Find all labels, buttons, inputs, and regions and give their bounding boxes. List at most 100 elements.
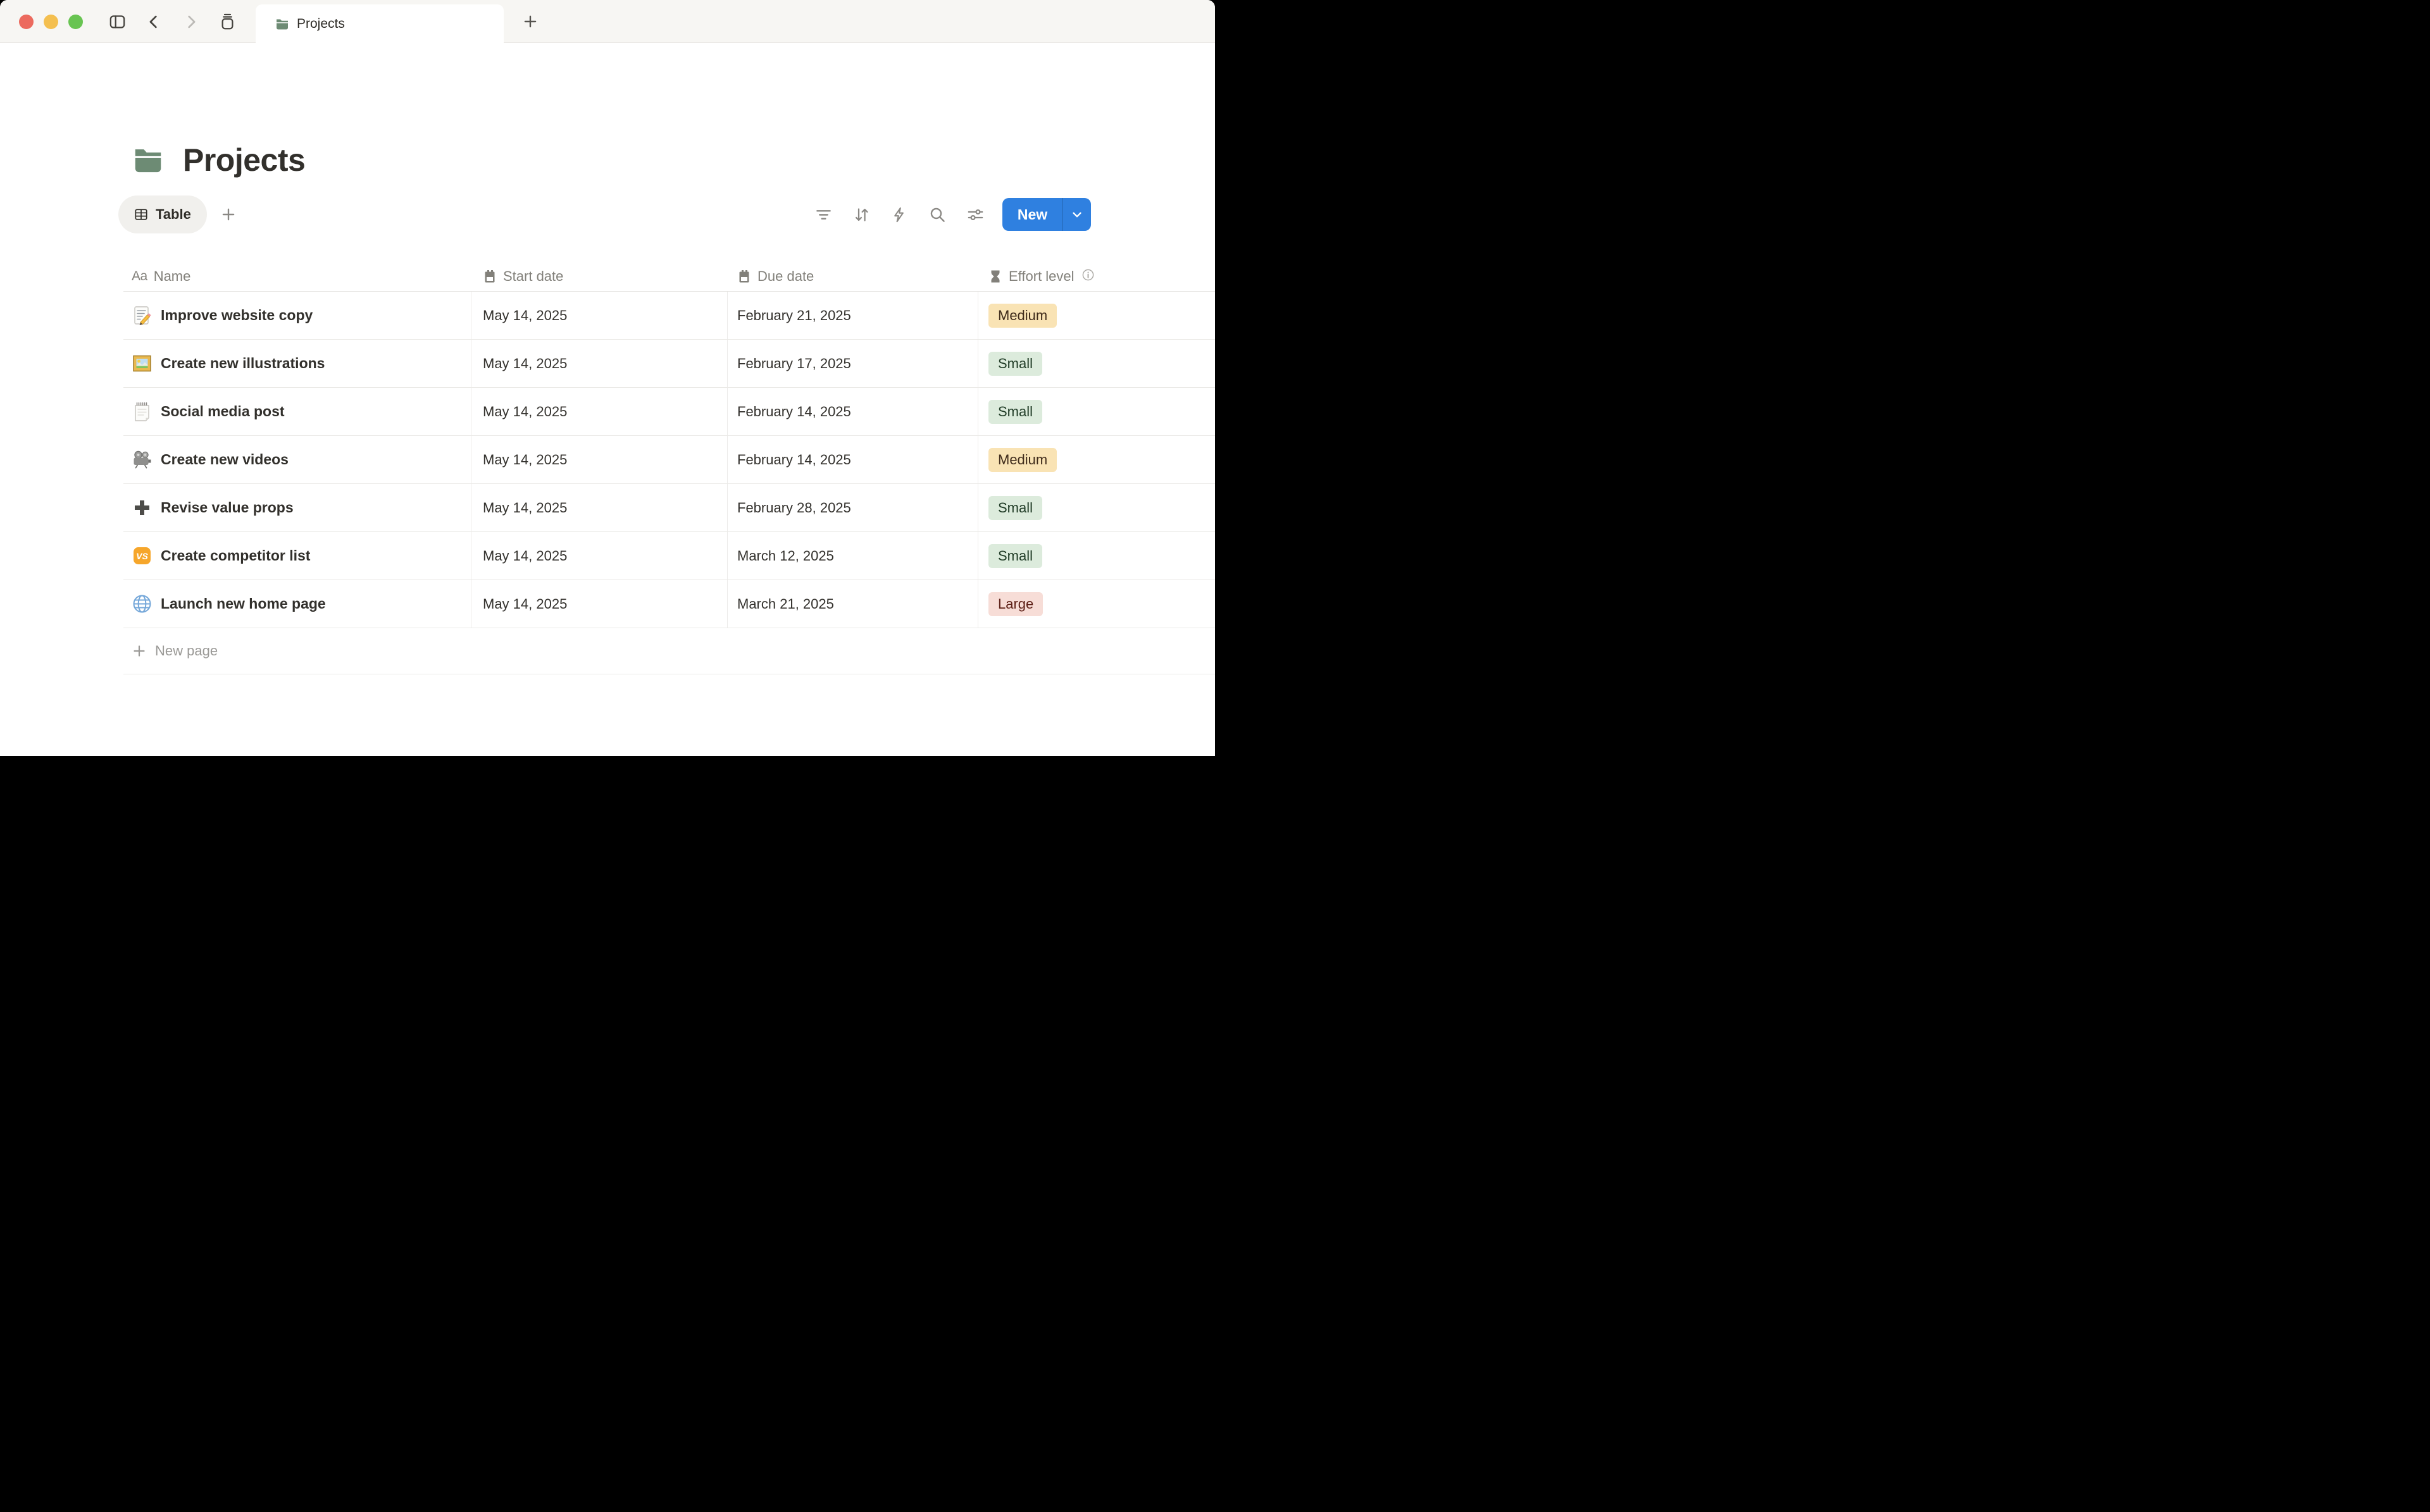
name-cell[interactable]: Revise value props	[123, 484, 471, 531]
start-date-cell[interactable]: May 14, 2025	[471, 436, 728, 483]
name-cell[interactable]: Social media post	[123, 388, 471, 435]
sort-button[interactable]	[852, 205, 871, 224]
name-cell[interactable]: Launch new home page	[123, 580, 471, 628]
row-title: Create new videos	[161, 451, 289, 468]
view-tab-label: Table	[156, 206, 191, 223]
new-page-label: New page	[155, 643, 218, 659]
table-row[interactable]: Improve website copy May 14, 2025 Februa…	[123, 292, 1215, 340]
start-date-value: May 14, 2025	[483, 307, 567, 324]
row-title: Social media post	[161, 403, 285, 420]
memo-icon	[132, 305, 153, 326]
new-tab-button[interactable]	[516, 0, 544, 43]
framed-picture-icon	[132, 353, 153, 374]
row-title: Launch new home page	[161, 595, 326, 612]
calendar-icon	[737, 270, 751, 283]
due-date-cell[interactable]: March 21, 2025	[728, 580, 978, 628]
svg-text:VS: VS	[136, 551, 148, 561]
table-row[interactable]: VSCreate competitor list May 14, 2025 Ma…	[123, 532, 1215, 580]
row-title: Improve website copy	[161, 307, 313, 324]
plus-icon	[522, 13, 539, 30]
text-aa-icon: Aa	[132, 269, 147, 284]
effort-badge: Medium	[988, 304, 1057, 328]
automation-button[interactable]	[890, 205, 909, 224]
table-row[interactable]: Revise value props May 14, 2025 February…	[123, 484, 1215, 532]
plus-icon	[132, 643, 147, 659]
name-cell[interactable]: Create new videos	[123, 436, 471, 483]
start-date-cell[interactable]: May 14, 2025	[471, 292, 728, 339]
table-row[interactable]: Social media post May 14, 2025 February …	[123, 388, 1215, 436]
tab-projects[interactable]: Projects	[256, 4, 504, 44]
back-chevron-icon	[146, 13, 163, 30]
column-header-effort-level[interactable]: Effort level	[978, 262, 1215, 291]
info-icon[interactable]	[1081, 268, 1095, 285]
settings-sliders-icon	[967, 206, 984, 223]
due-date-cell[interactable]: February 21, 2025	[728, 292, 978, 339]
effort-level-cell[interactable]: Medium	[978, 292, 1215, 339]
new-row-button[interactable]: New	[1002, 198, 1091, 231]
search-button[interactable]	[928, 205, 947, 224]
due-date-cell[interactable]: February 14, 2025	[728, 436, 978, 483]
name-cell[interactable]: Create new illustrations	[123, 340, 471, 387]
back-chevron-button[interactable]	[144, 12, 163, 31]
column-header-due-date[interactable]: Due date	[728, 262, 978, 291]
due-date-cell[interactable]: March 12, 2025	[728, 532, 978, 579]
page-title[interactable]: Projects	[183, 142, 305, 178]
view-bar: Table New	[118, 195, 1091, 234]
effort-badge: Small	[988, 496, 1042, 520]
start-date-cell[interactable]: May 14, 2025	[471, 340, 728, 387]
table-row[interactable]: Create new illustrations May 14, 2025 Fe…	[123, 340, 1215, 388]
filter-button[interactable]	[814, 205, 833, 224]
effort-level-cell[interactable]: Small	[978, 484, 1215, 531]
new-page-button[interactable]: New page	[123, 628, 1215, 674]
sidebar-toggle-button[interactable]	[108, 12, 127, 31]
column-header-start-date[interactable]: Start date	[471, 262, 728, 291]
start-date-cell[interactable]: May 14, 2025	[471, 484, 728, 531]
table-row[interactable]: Launch new home page May 14, 2025 March …	[123, 580, 1215, 628]
table-row[interactable]: Create new videos May 14, 2025 February …	[123, 436, 1215, 484]
start-date-value: May 14, 2025	[483, 500, 567, 516]
minimize-button[interactable]	[44, 15, 58, 29]
search-icon	[929, 206, 946, 223]
folder-icon	[275, 16, 290, 32]
view-actions	[814, 205, 985, 224]
zoom-button[interactable]	[68, 15, 83, 29]
tab-inbox-button[interactable]	[218, 12, 237, 31]
due-date-value: March 12, 2025	[737, 548, 834, 564]
due-date-cell[interactable]: February 28, 2025	[728, 484, 978, 531]
effort-badge: Small	[988, 352, 1042, 376]
forward-chevron-icon	[182, 13, 199, 30]
new-button-label: New	[1002, 206, 1062, 223]
due-date-value: February 28, 2025	[737, 500, 851, 516]
effort-level-cell[interactable]: Small	[978, 340, 1215, 387]
due-date-cell[interactable]: February 17, 2025	[728, 340, 978, 387]
add-view-button[interactable]	[218, 204, 239, 225]
row-title: Create new illustrations	[161, 355, 325, 372]
start-date-value: May 14, 2025	[483, 548, 567, 564]
effort-level-cell[interactable]: Small	[978, 532, 1215, 579]
plus-icon	[220, 206, 237, 223]
column-label: Name	[154, 268, 191, 285]
settings-sliders-button[interactable]	[966, 205, 985, 224]
effort-level-cell[interactable]: Large	[978, 580, 1215, 628]
start-date-cell[interactable]: May 14, 2025	[471, 388, 728, 435]
column-header-name[interactable]: Aa Name	[123, 262, 471, 291]
automation-icon	[891, 206, 908, 223]
due-date-cell[interactable]: February 14, 2025	[728, 388, 978, 435]
view-tab-table[interactable]: Table	[118, 195, 207, 233]
chevron-down-icon[interactable]	[1063, 208, 1091, 221]
effort-level-cell[interactable]: Medium	[978, 436, 1215, 483]
projects-table: Aa Name Start dateDue dateEffort level Imp…	[123, 262, 1215, 674]
name-cell[interactable]: VSCreate competitor list	[123, 532, 471, 579]
page-header: Projects	[131, 43, 1215, 178]
forward-chevron-button	[181, 12, 200, 31]
name-cell[interactable]: Improve website copy	[123, 292, 471, 339]
due-date-value: February 17, 2025	[737, 356, 851, 372]
start-date-cell[interactable]: May 14, 2025	[471, 580, 728, 628]
start-date-cell[interactable]: May 14, 2025	[471, 532, 728, 579]
effort-level-cell[interactable]: Small	[978, 388, 1215, 435]
folder-icon[interactable]	[131, 143, 165, 177]
close-button[interactable]	[19, 15, 34, 29]
row-title: Revise value props	[161, 499, 294, 516]
traffic-lights	[19, 0, 83, 43]
due-date-value: March 21, 2025	[737, 596, 834, 612]
